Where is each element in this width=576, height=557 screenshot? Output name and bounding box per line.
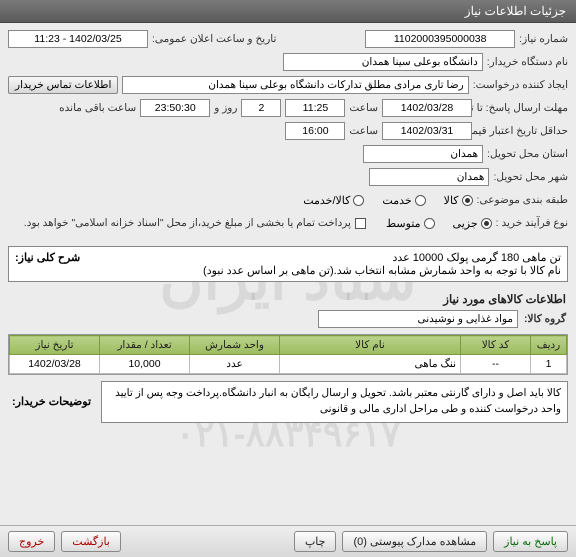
class-label: طبقه بندی موضوعی: [477, 194, 568, 206]
cell-unit: عدد [190, 355, 280, 374]
need-no-field: 1102000395000038 [365, 30, 515, 48]
process-option-partial[interactable]: جزیی [453, 217, 492, 230]
form-area: شماره نیاز: 1102000395000038 تاریخ و ساع… [0, 23, 576, 240]
contact-buyer-button[interactable]: اطلاعات تماس خریدار [8, 76, 118, 94]
class-option-service[interactable]: خدمت [382, 194, 425, 207]
table-row[interactable]: 1 -- ننگ ماهی عدد 10,000 1402/03/28 [10, 355, 567, 374]
remain-label: ساعت باقی مانده [59, 102, 136, 114]
goods-table: ردیف کد کالا نام کالا واحد شمارش تعداد /… [8, 334, 568, 375]
province-field: همدان [363, 145, 483, 163]
goods-section-title: اطلاعات کالاهای مورد نیاز [0, 288, 576, 308]
back-button[interactable]: بازگشت [61, 531, 121, 552]
deadline-time-field: 11:25 [285, 99, 345, 117]
announce-field: 1402/03/25 - 11:23 [8, 30, 148, 48]
col-name: نام کالا [280, 336, 461, 355]
class-radio-group: کالا خدمت کالا/خدمت [303, 194, 472, 207]
buyer-org-field: دانشگاه بوعلی سینا همدان [283, 53, 483, 71]
min-valid-time-label: ساعت [349, 125, 378, 137]
respond-button[interactable]: پاسخ به نیاز [493, 531, 568, 552]
need-no-label: شماره نیاز: [519, 33, 568, 45]
cell-code: -- [461, 355, 531, 374]
radio-icon [481, 218, 492, 229]
col-code: کد کالا [461, 336, 531, 355]
group-field: مواد غذایی و نوشیدنی [318, 310, 518, 328]
buyer-note-text: کالا باید اصل و دارای گارنتی معتبر باشد.… [101, 381, 568, 423]
days-field: 2 [241, 99, 281, 117]
bottom-toolbar: پاسخ به نیاز مشاهده مدارک پیوستی (0) چاپ… [0, 525, 576, 557]
radio-icon [424, 218, 435, 229]
cell-row: 1 [531, 355, 567, 374]
radio-icon [415, 195, 426, 206]
exit-button[interactable]: خروج [8, 531, 55, 552]
class-option-kala-service[interactable]: کالا/خدمت [303, 194, 364, 207]
col-row: ردیف [531, 336, 567, 355]
panel-title: جزئیات اطلاعات نیاز [465, 4, 566, 18]
col-unit: واحد شمارش [190, 336, 280, 355]
min-valid-time-field: 16:00 [285, 122, 345, 140]
city-field: همدان [369, 168, 489, 186]
min-valid-label: حداقل تاریخ اعتبار قیمت: تا تاریخ: [476, 125, 568, 137]
buyer-note-box: کالا باید اصل و دارای گارنتی معتبر باشد.… [8, 381, 568, 423]
min-valid-date-field: 1402/03/31 [382, 122, 472, 140]
radio-icon [353, 195, 364, 206]
need-description-box: تن ماهی 180 گرمی پولک 10000 عدد نام کالا… [8, 246, 568, 282]
process-label: نوع فرآیند خرید : [496, 217, 568, 229]
print-button[interactable]: چاپ [294, 531, 337, 552]
radio-icon [462, 195, 473, 206]
desc-label: شرح کلی نیاز: [15, 251, 80, 277]
panel-header: جزئیات اطلاعات نیاز [0, 0, 576, 23]
process-radio-group: جزیی متوسط [386, 217, 492, 230]
attachments-button[interactable]: مشاهده مدارک پیوستی (0) [342, 531, 487, 552]
desc-line2: نام کالا با توجه به واحد شمارش مشابه انت… [88, 264, 561, 277]
announce-label: تاریخ و ساعت اعلان عمومی: [152, 33, 276, 45]
buyer-org-label: نام دستگاه خریدار: [487, 56, 568, 68]
requester-field: رضا تاری مرادی مطلق تدارکات دانشگاه بوعل… [122, 76, 468, 94]
deadline-date-field: 1402/03/28 [382, 99, 472, 117]
col-date: تاریخ نیاز [10, 336, 100, 355]
remain-time-field: 23:50:30 [140, 99, 210, 117]
province-label: استان محل تحویل: [487, 148, 568, 160]
payment-checkbox[interactable] [355, 218, 366, 229]
col-qty: تعداد / مقدار [100, 336, 190, 355]
class-option-kala[interactable]: کالا [444, 194, 473, 207]
deadline-time-label: ساعت [349, 102, 378, 114]
group-label: گروه کالا: [524, 313, 566, 325]
cell-date: 1402/03/28 [10, 355, 100, 374]
cell-name: ننگ ماهی [280, 355, 461, 374]
payment-note: پرداخت تمام یا بخشی از مبلغ خرید،از محل … [24, 217, 351, 229]
process-option-medium[interactable]: متوسط [386, 217, 435, 230]
desc-line1: تن ماهی 180 گرمی پولک 10000 عدد [88, 251, 561, 264]
city-label: شهر محل تحویل: [493, 171, 568, 183]
buyer-note-label: توضیحات خریدار: [8, 381, 95, 423]
deadline-label: مهلت ارسال پاسخ: تا تاریخ: [476, 102, 568, 114]
cell-qty: 10,000 [100, 355, 190, 374]
days-label: روز و [214, 102, 237, 114]
requester-label: ایجاد کننده درخواست: [473, 79, 568, 91]
